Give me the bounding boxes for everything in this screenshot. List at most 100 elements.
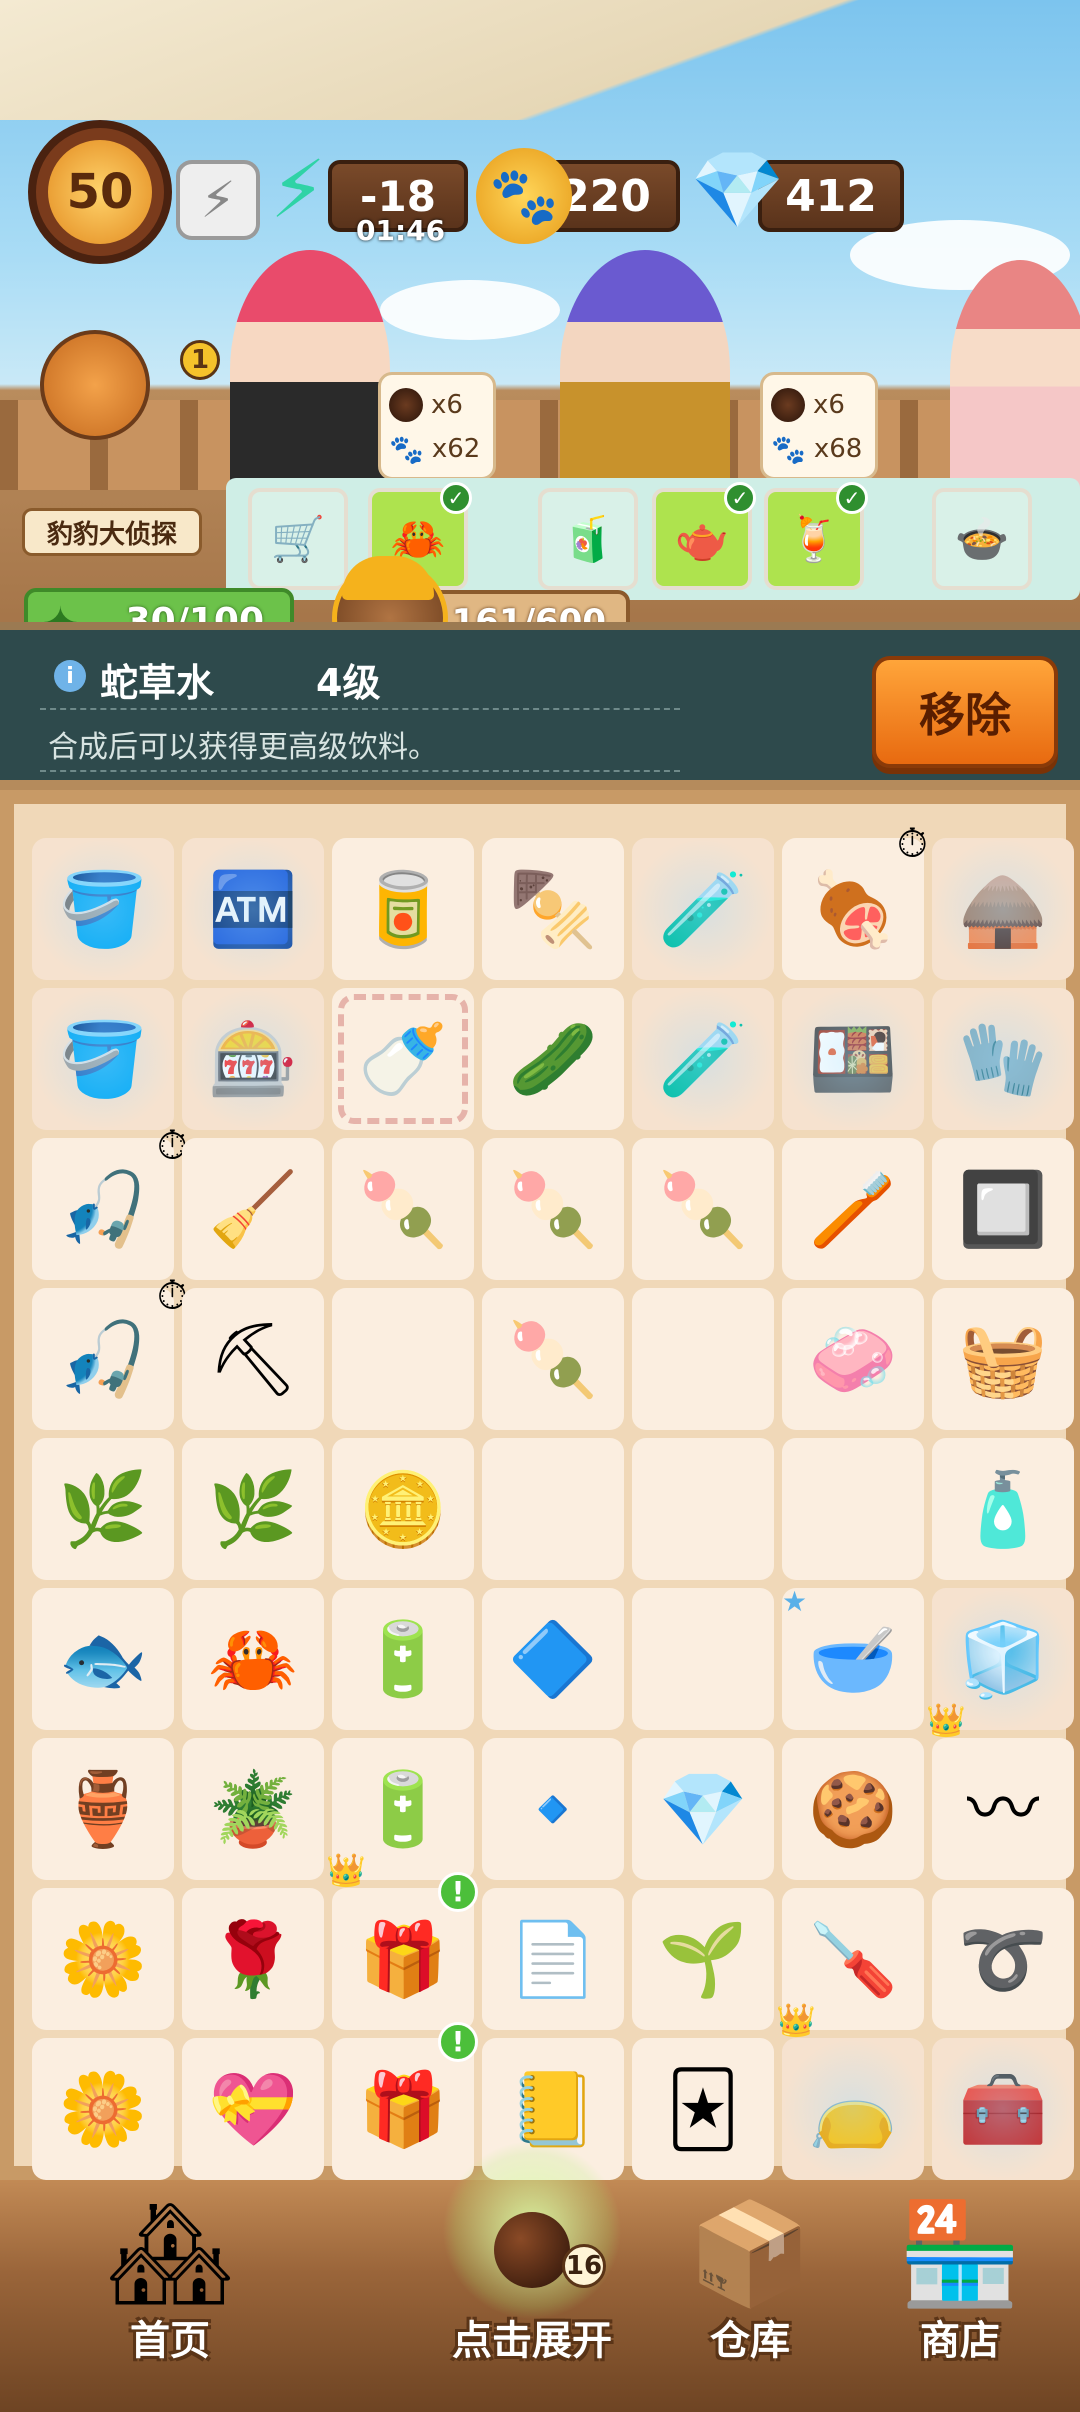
board-cell[interactable]: 🪴 — [182, 1738, 324, 1880]
board-cell[interactable]: 🃏 — [632, 2038, 774, 2180]
board-cell[interactable]: 🧊 👑 — [926, 1588, 1074, 1736]
board-cell[interactable]: 🌿 — [182, 1438, 324, 1580]
board-cell[interactable]: 🌼 — [32, 1888, 174, 2030]
chocolate-ball-icon — [389, 388, 423, 422]
customer-pink-haired-girl[interactable] — [950, 260, 1080, 490]
board-cell[interactable]: 🍪 — [782, 1738, 924, 1880]
order-soup-bowl[interactable]: 🍲 — [932, 488, 1032, 590]
nav-expand[interactable]: 16 点击展开 — [422, 2140, 642, 2412]
level-badge[interactable]: 50 — [28, 120, 172, 264]
order-watermelon-drink[interactable]: 🍹 ✓ — [764, 482, 868, 590]
board-cell[interactable]: 🧪 — [632, 988, 774, 1130]
battery-icon: 🔋 — [358, 1617, 448, 1701]
board-cell[interactable]: 〰 — [932, 1738, 1074, 1880]
board-cell[interactable]: 🪣 — [32, 988, 174, 1130]
order-wheelbarrow[interactable]: 🛒 — [248, 488, 348, 590]
board-cell[interactable]: 🪥 — [782, 1138, 924, 1280]
nav-shop[interactable]: 🏪 商店 — [850, 2180, 1070, 2412]
customer-red-haired-boy[interactable] — [230, 250, 390, 490]
board-cell-empty[interactable] — [632, 1588, 774, 1730]
hut-icon: 🛖 — [958, 867, 1048, 951]
flower-vase-icon: 🌼 — [58, 1917, 148, 2001]
paw-coin-icon: 🐾 — [389, 432, 424, 466]
potted-roses-icon: 🌹 — [208, 1917, 298, 2001]
board-cell[interactable]: 🎁! — [332, 2022, 478, 2180]
board-cell[interactable]: 🌿 — [32, 1438, 174, 1580]
board-cell[interactable]: 🔋 — [332, 1588, 474, 1730]
board-cell[interactable]: 🔹 — [482, 1738, 624, 1880]
bottom-nav: 🏘 首页 16 点击展开 📦 仓库 🏪 商店 — [0, 2140, 1080, 2412]
board-cell[interactable]: 💝 — [182, 2038, 324, 2180]
board-cell-empty[interactable] — [632, 1288, 774, 1430]
board-cell-empty[interactable] — [782, 1438, 924, 1580]
board-cell[interactable]: 🦀 — [182, 1588, 324, 1730]
customer-purple-haired-boy[interactable] — [560, 250, 730, 490]
board-cell[interactable]: 🔋 👑 — [326, 1738, 474, 1886]
board-cell[interactable]: 🪣 — [32, 838, 174, 980]
board-cell[interactable]: 🪙 — [332, 1438, 474, 1580]
board-cell[interactable]: 🧰 — [932, 2038, 1074, 2180]
board-cell[interactable]: 💎 — [632, 1738, 774, 1880]
board-cell[interactable]: 🏺 — [32, 1738, 174, 1880]
board-cell[interactable]: 🎰 — [182, 988, 324, 1130]
order-tea-set[interactable]: 🫖 ✓ — [652, 482, 756, 590]
rack-icon: 🧪 — [658, 1017, 748, 1101]
board-cell[interactable]: 🥣 ★ — [782, 1588, 924, 1730]
board-cell[interactable]: 🧪 — [632, 838, 774, 980]
board-grid: 🪣 🏧 🥫 🍢 🧪 🍖 ⏱ 🛖 🪣 🎰 🍼 🥒 🧪 🍱 🧤 🎣 ⏱ 🧹 🍡 🍡 🍡 … — [32, 824, 1076, 2180]
request-count: x62 — [431, 434, 481, 464]
board-cell[interactable]: 🔲 — [932, 1138, 1074, 1280]
ice-gems-icon: 🔹 — [508, 1767, 598, 1851]
board-cell[interactable]: 🔷 — [482, 1588, 624, 1730]
board-cell[interactable]: 🌹 — [182, 1888, 324, 2030]
board-cell[interactable]: 🎣 ⏱ — [32, 1276, 188, 1430]
board-cell[interactable]: 🧺 — [932, 1288, 1074, 1430]
event-title: 豹豹大侦探 — [22, 508, 202, 556]
board-cell[interactable]: 🧼 — [782, 1288, 924, 1430]
lightning-icon[interactable]: ⚡ — [176, 160, 260, 240]
gem-plus-icon[interactable]: 💎 — [690, 152, 785, 242]
item-level: 4级 — [316, 661, 381, 705]
board-cell[interactable]: 🎁! — [332, 1872, 478, 2030]
board-cell[interactable]: 🧤 — [932, 988, 1074, 1130]
board-cell[interactable]: 👝 — [782, 2038, 924, 2180]
rake-icon: 🧹 — [208, 1167, 298, 1251]
board-cell[interactable]: 🌼 — [32, 2038, 174, 2180]
board-cell[interactable]: 🍱 — [782, 988, 924, 1130]
photo-album-icon: 📒 — [508, 2067, 598, 2151]
detective-cat-event[interactable]: 1 — [20, 330, 220, 470]
order-juice-bottle[interactable]: 🧃 — [538, 488, 638, 590]
board-cell[interactable]: 🍢 — [482, 838, 624, 980]
energy-plus-icon[interactable]: ⚡ — [270, 150, 350, 240]
board-cell[interactable]: 🪛 👑 — [776, 1888, 924, 2036]
board-cell[interactable]: 🏧 — [182, 838, 324, 980]
board-cell[interactable]: 🍡 — [482, 1138, 624, 1280]
board-cell[interactable]: 🌱 — [632, 1888, 774, 2030]
info-icon: i — [54, 660, 86, 692]
board-cell[interactable]: 🎣 ⏱ — [32, 1126, 188, 1280]
board-cell[interactable]: 🍡 — [482, 1288, 624, 1430]
nav-warehouse[interactable]: 📦 仓库 — [640, 2180, 860, 2412]
remove-button[interactable]: 移除 — [872, 656, 1058, 768]
nav-shop-label: 商店 — [920, 2318, 1000, 2364]
kebab-icon: 🥒 — [508, 1017, 598, 1101]
board-cell-selected[interactable]: 🍼 — [332, 988, 474, 1130]
nav-home[interactable]: 🏘 首页 — [60, 2180, 280, 2412]
board-cell[interactable]: ➰ — [932, 1888, 1074, 2030]
board-cell[interactable]: 🍖 ⏱ — [782, 824, 928, 980]
board-cell-empty[interactable] — [482, 1438, 624, 1580]
board-cell[interactable]: 🍡 — [632, 1138, 774, 1280]
board-cell-empty[interactable] — [632, 1438, 774, 1580]
board-cell[interactable]: 🥫 — [332, 838, 474, 980]
board-cell[interactable]: 🧹 — [182, 1138, 324, 1280]
board-cell[interactable]: ⛏ — [182, 1288, 324, 1430]
star-icon: ★ — [782, 1585, 808, 1618]
board-cell[interactable]: 🐟 — [32, 1588, 174, 1730]
board-cell[interactable]: 🥒 — [482, 988, 624, 1130]
board-cell[interactable]: 📄 — [482, 1888, 624, 2030]
board-cell[interactable]: 🧴 — [932, 1438, 1074, 1580]
gold-bag-icon: 👝 — [808, 2067, 898, 2151]
board-cell-empty[interactable] — [332, 1288, 474, 1430]
board-cell[interactable]: 🛖 — [932, 838, 1074, 980]
board-cell[interactable]: 🍡 — [332, 1138, 474, 1280]
